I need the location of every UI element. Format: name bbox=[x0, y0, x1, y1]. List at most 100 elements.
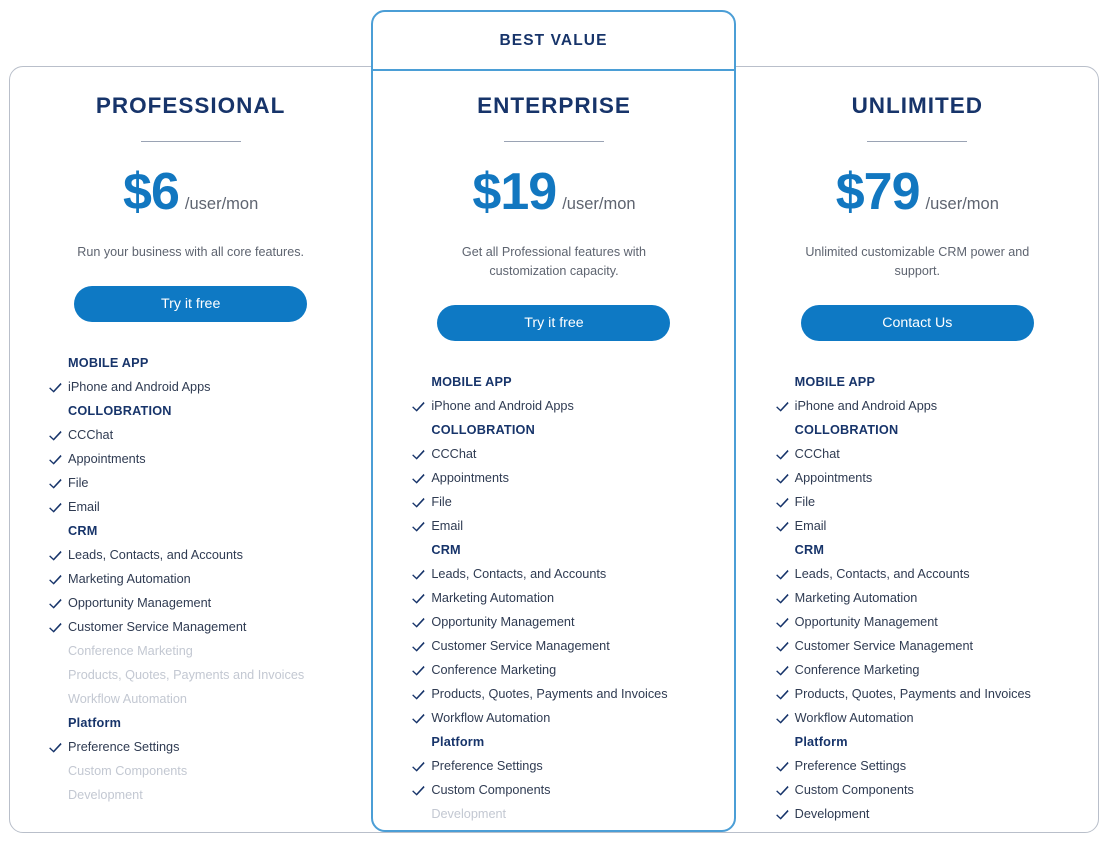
feature-item-label: File bbox=[794, 495, 816, 509]
check-icon bbox=[49, 591, 62, 615]
feature-item: Development bbox=[412, 802, 735, 826]
check-icon bbox=[49, 567, 62, 591]
check-icon bbox=[49, 735, 62, 759]
check-icon bbox=[775, 466, 789, 490]
plan-cta-button[interactable]: Try it free bbox=[74, 286, 308, 322]
best-value-label: BEST VALUE bbox=[499, 31, 608, 49]
feature-item-label: Workflow Automation bbox=[68, 692, 187, 706]
plan-description: Unlimited customizable CRM power and sup… bbox=[805, 245, 1030, 278]
check-icon bbox=[49, 447, 62, 471]
feature-item-label: File bbox=[431, 495, 452, 509]
plan-cta-button[interactable]: Contact Us bbox=[800, 305, 1034, 341]
feature-item: Development bbox=[775, 802, 1099, 826]
feature-item-label: Products, Quotes, Payments and Invoices bbox=[68, 668, 305, 682]
check-icon bbox=[775, 802, 789, 826]
feature-item: iPhone and Android Apps bbox=[775, 394, 1099, 418]
feature-item-label: Development bbox=[68, 788, 143, 802]
feature-list: MOBILE APP iPhone and Android Apps COLLOBR… bbox=[736, 370, 1099, 826]
feature-item: Workflow Automation bbox=[775, 706, 1099, 730]
feature-item-label: Custom Components bbox=[431, 783, 551, 797]
feature-item: Customer Service Management bbox=[775, 634, 1099, 658]
feature-item: Preference Settings bbox=[775, 754, 1099, 778]
plan-column: PROFESSIONAL $6/user/mon Run your business… bbox=[9, 66, 372, 833]
plan-divider bbox=[503, 141, 604, 142]
feature-item-label: Appointments bbox=[68, 452, 146, 466]
feature-item: Workflow Automation bbox=[49, 687, 372, 711]
check-icon bbox=[49, 375, 62, 399]
feature-item-label: iPhone and Android Apps bbox=[794, 399, 938, 413]
feature-item-label: Email bbox=[68, 500, 100, 514]
check-icon bbox=[412, 466, 425, 490]
feature-group-title: CRM bbox=[794, 543, 825, 557]
price-row: $79/user/mon bbox=[736, 166, 1099, 218]
check-icon bbox=[412, 634, 425, 658]
check-icon bbox=[775, 778, 789, 802]
feature-item: Conference Marketing bbox=[49, 639, 372, 663]
check-icon bbox=[775, 490, 789, 514]
feature-item: Customer Service Management bbox=[412, 634, 735, 658]
feature-item: Custom Components bbox=[412, 778, 735, 802]
plan-description: Run your business with all core features… bbox=[77, 245, 305, 259]
cta-wrapper: Try it free bbox=[9, 286, 372, 322]
feature-item-label: Marketing Automation bbox=[794, 591, 918, 605]
feature-group-title: MOBILE APP bbox=[431, 375, 512, 389]
feature-item-label: Products, Quotes, Payments and Invoices bbox=[431, 687, 668, 701]
feature-group-title: MOBILE APP bbox=[68, 356, 149, 370]
feature-item-label: Conference Marketing bbox=[68, 644, 193, 658]
feature-item: File bbox=[49, 471, 372, 495]
cta-wrapper: Contact Us bbox=[736, 305, 1099, 341]
feature-item-label: Leads, Contacts, and Accounts bbox=[68, 548, 243, 562]
plan-divider bbox=[867, 141, 968, 142]
check-icon bbox=[775, 514, 789, 538]
price-period: /user/mon bbox=[925, 195, 999, 213]
feature-item-label: Appointments bbox=[431, 471, 509, 485]
feature-item-label: CCChat bbox=[794, 447, 840, 461]
feature-item: Conference Marketing bbox=[412, 658, 735, 682]
cta-wrapper: Try it free bbox=[372, 305, 735, 341]
feature-list: MOBILE APP iPhone and Android Apps COLLOBR… bbox=[372, 370, 735, 826]
feature-item: File bbox=[775, 490, 1099, 514]
feature-item-label: Preference Settings bbox=[431, 759, 543, 773]
feature-item-label: Opportunity Management bbox=[68, 596, 212, 610]
feature-group-title: COLLOBRATION bbox=[794, 423, 899, 437]
feature-item: Leads, Contacts, and Accounts bbox=[412, 562, 735, 586]
price-amount: $79 bbox=[835, 163, 921, 221]
check-icon bbox=[49, 471, 62, 495]
feature-item-label: Customer Service Management bbox=[431, 639, 610, 653]
feature-item-label: Preference Settings bbox=[68, 740, 180, 754]
check-icon bbox=[775, 610, 789, 634]
feature-item: Email bbox=[412, 514, 735, 538]
feature-item: CCChat bbox=[775, 442, 1099, 466]
feature-item-label: Leads, Contacts, and Accounts bbox=[431, 567, 607, 581]
feature-item: Opportunity Management bbox=[49, 591, 372, 615]
feature-item: Marketing Automation bbox=[775, 586, 1099, 610]
feature-item: Opportunity Management bbox=[775, 610, 1099, 634]
check-icon bbox=[775, 706, 789, 730]
feature-item: iPhone and Android Apps bbox=[412, 394, 735, 418]
check-icon bbox=[412, 658, 425, 682]
price-row: $19/user/mon bbox=[372, 166, 735, 218]
feature-item-label: Products, Quotes, Payments and Invoices bbox=[794, 687, 1031, 701]
best-value-ribbon: BEST VALUE bbox=[373, 12, 734, 71]
feature-item-label: Workflow Automation bbox=[794, 711, 914, 725]
plan-divider bbox=[140, 141, 241, 142]
feature-item: Custom Components bbox=[49, 759, 372, 783]
feature-item-label: Conference Marketing bbox=[431, 663, 557, 677]
feature-item-label: Custom Components bbox=[794, 783, 914, 797]
feature-item-label: Customer Service Management bbox=[68, 620, 247, 634]
plan-cta-button[interactable]: Try it free bbox=[437, 305, 671, 341]
plan-column: UNLIMITED $79/user/mon Unlimited customiza… bbox=[736, 66, 1099, 833]
feature-item: Leads, Contacts, and Accounts bbox=[775, 562, 1099, 586]
feature-item: Preference Settings bbox=[49, 735, 372, 759]
feature-item: Custom Components bbox=[775, 778, 1099, 802]
feature-item-label: Opportunity Management bbox=[794, 615, 938, 629]
check-icon bbox=[412, 490, 425, 514]
check-icon bbox=[775, 562, 789, 586]
feature-item: Marketing Automation bbox=[412, 586, 735, 610]
feature-group-title: COLLOBRATION bbox=[68, 404, 172, 418]
price-amount: $6 bbox=[123, 163, 180, 221]
feature-item-label: Custom Components bbox=[68, 764, 188, 778]
check-icon bbox=[49, 543, 62, 567]
feature-item-label: Leads, Contacts, and Accounts bbox=[794, 567, 970, 581]
check-icon bbox=[412, 442, 425, 466]
